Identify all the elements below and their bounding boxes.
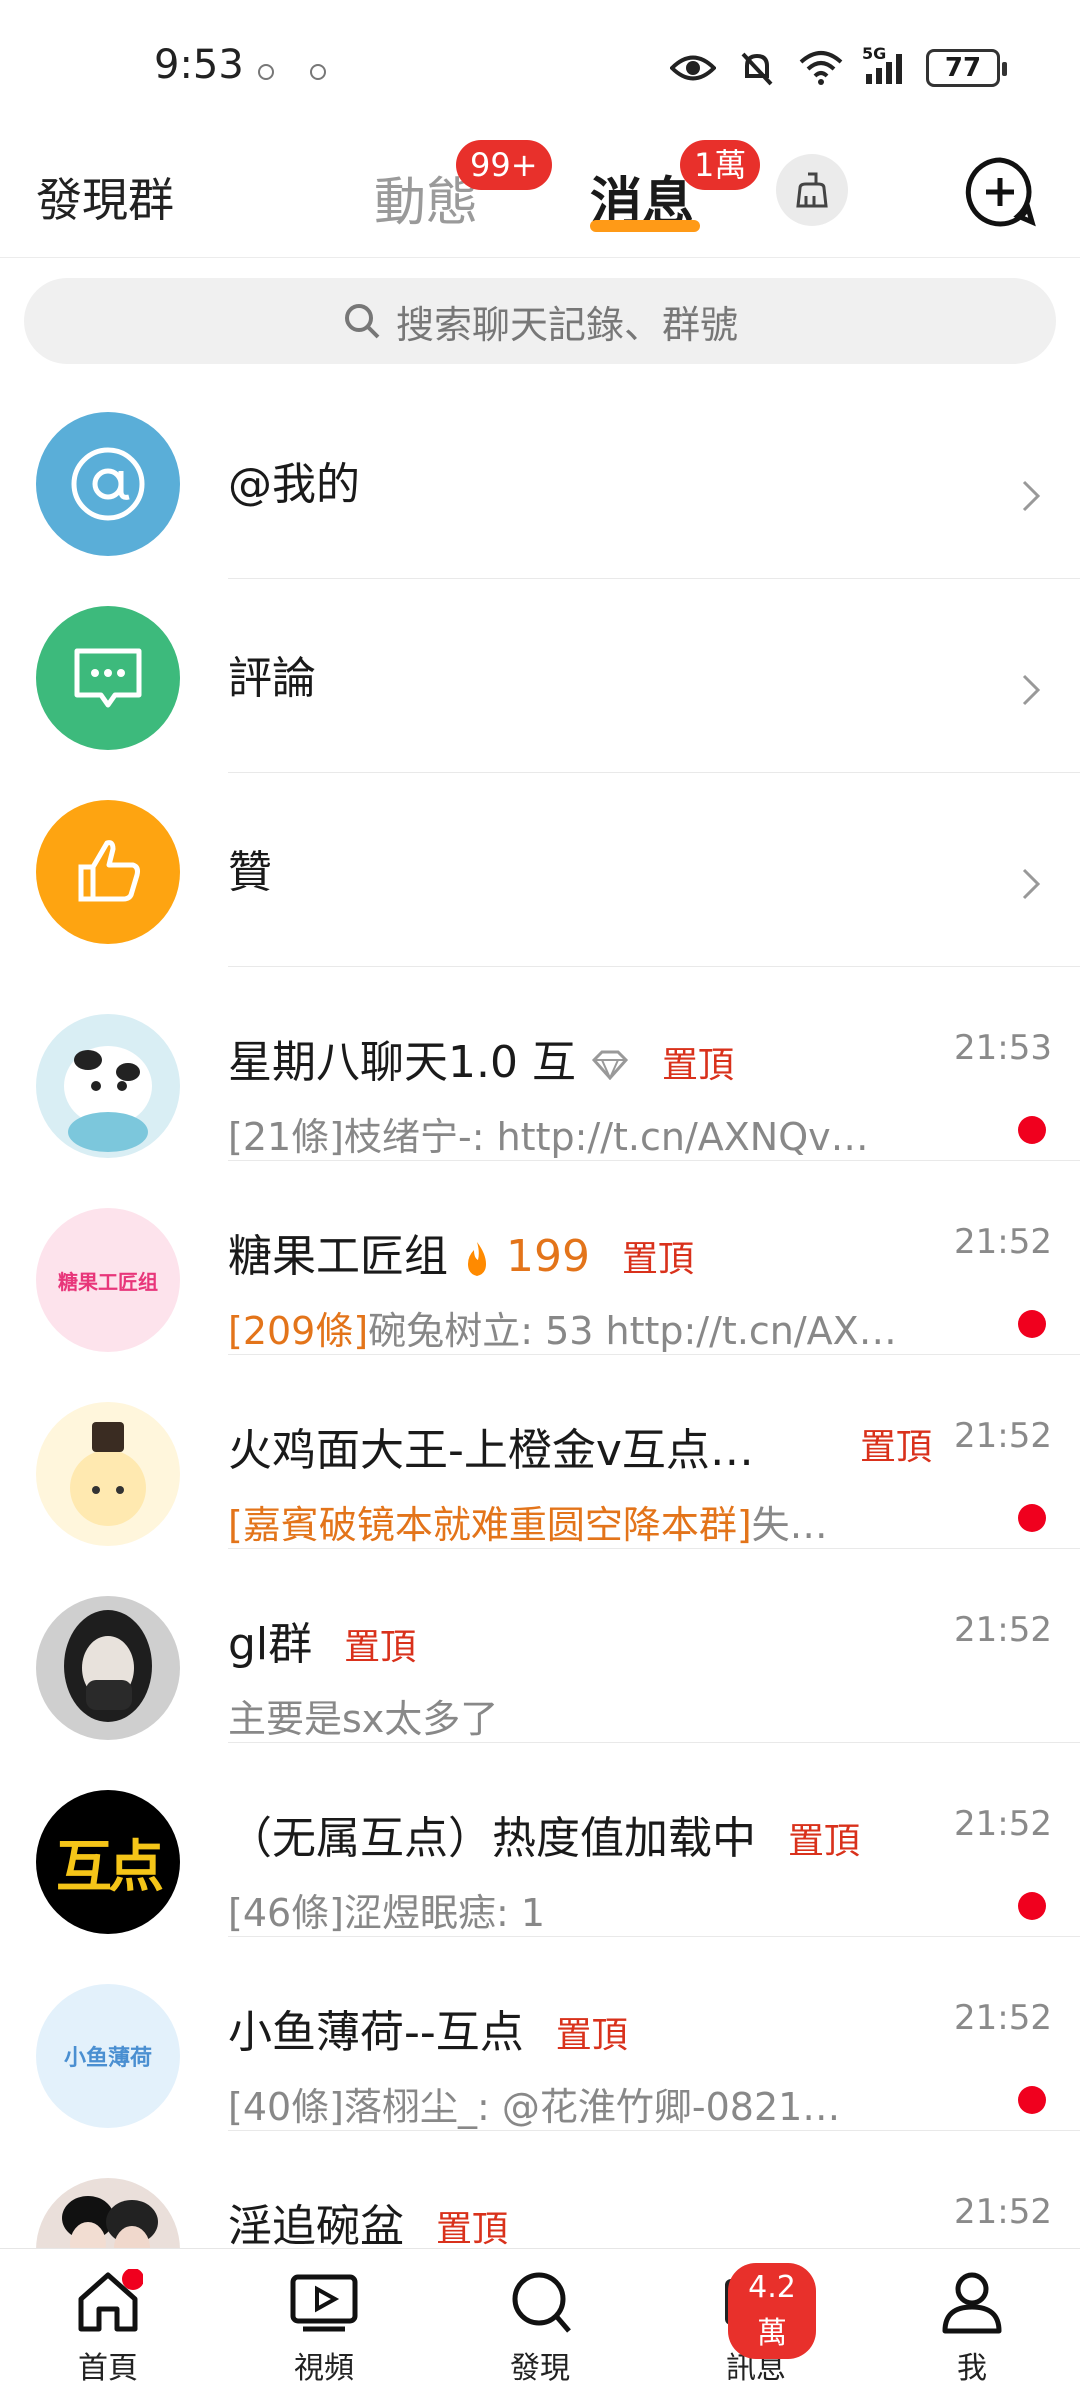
chat-preview: [21條]枝绪宁-: http://t.cn/AXNQv… xyxy=(228,1115,869,1159)
chat-preview: [209條]碗兔树立: 53 http://t.cn/AX… xyxy=(228,1309,897,1353)
chevron-right-icon xyxy=(1022,868,1041,900)
nav-messages[interactable]: 訊息 4.2萬 xyxy=(696,2263,816,2387)
broom-icon xyxy=(796,172,828,208)
pinned-label: 置頂 xyxy=(621,1239,694,1280)
person-icon xyxy=(942,2272,1002,2334)
list-item-mentions[interactable]: @我的 xyxy=(0,384,1080,579)
nav-discover[interactable]: 發現 xyxy=(480,2269,600,2387)
wifi-icon xyxy=(798,48,844,88)
chat-item[interactable]: gl群 置頂 21:52 主要是sx太多了 xyxy=(0,1548,1080,1743)
unread-dot xyxy=(1018,1310,1046,1338)
nav-me[interactable]: 我 xyxy=(912,2269,1032,2387)
find-group-link[interactable]: 發現群 xyxy=(36,164,174,230)
pinned-label: 置頂 xyxy=(344,1627,417,1668)
chat-time: 21:52 xyxy=(954,1416,1052,1456)
nav-home[interactable]: 首頁 xyxy=(48,2268,168,2387)
fire-count: 199 xyxy=(506,1231,590,1282)
pinned-label: 置頂 xyxy=(436,2209,509,2250)
chat-time: 21:52 xyxy=(954,2192,1052,2232)
pinned-label: 置頂 xyxy=(860,1427,933,1468)
chat-preview: [46條]涩煜眠痣: 1 xyxy=(228,1891,546,1935)
chat-title: 淫追碗盆 置頂 xyxy=(228,2201,509,2252)
bell-muted-icon xyxy=(734,48,780,88)
chat-preview: [40條]落栩尘_: @花淮竹卿-0821… xyxy=(228,2085,841,2129)
notification-icon xyxy=(310,64,326,80)
chat-preview: 主要是sx太多了 xyxy=(228,1697,499,1741)
add-chat-icon xyxy=(965,157,1036,227)
search-placeholder: 搜索聊天記錄、群號 xyxy=(395,302,738,347)
chat-time: 21:52 xyxy=(954,1222,1052,1262)
likes-label: 贊 xyxy=(228,847,272,898)
messages-badge: 1萬 xyxy=(680,140,761,190)
video-icon xyxy=(290,2274,358,2332)
search-icon xyxy=(512,2272,571,2333)
mentions-label: @我的 xyxy=(228,459,360,510)
nav-home-label: 首頁 xyxy=(78,2351,138,2386)
fire-icon xyxy=(468,1242,486,1276)
clear-unread-button[interactable] xyxy=(776,154,848,226)
chat-time: 21:52 xyxy=(954,1998,1052,2038)
chat-item[interactable]: 糖果工匠组 糖果工匠组 199 置頂 21:52 [209條]碗兔树立: 53 … xyxy=(0,1160,1080,1355)
chat-title: （无属互点）热度值加载中 置頂 xyxy=(228,1813,861,1864)
signal-5g-icon: 5G xyxy=(862,44,908,88)
eye-icon xyxy=(670,48,716,88)
notification-icon xyxy=(258,64,274,80)
pinned-label: 置頂 xyxy=(661,1045,734,1086)
unread-dot xyxy=(1018,1116,1046,1144)
unread-dot xyxy=(1018,1892,1046,1920)
chat-item[interactable]: 火鸡面大王-上橙金v互点… 置頂 21:52 [嘉賓破镜本就难重圆空降本群]失… xyxy=(0,1354,1080,1549)
comment-icon xyxy=(36,606,180,750)
battery-indicator: 77 xyxy=(926,49,1007,87)
search-icon xyxy=(344,304,380,339)
chat-time: 21:52 xyxy=(954,1610,1052,1650)
moments-badge: 99+ xyxy=(456,140,552,190)
chat-title: 星期八聊天1.0 互 置頂 xyxy=(228,1037,734,1088)
comments-label: 評論 xyxy=(228,653,316,704)
chevron-right-icon xyxy=(1022,480,1041,512)
active-tab-indicator xyxy=(590,220,700,232)
thumbs-up-icon xyxy=(36,800,180,944)
group-avatar xyxy=(36,1596,180,1740)
unread-dot xyxy=(1018,2086,1046,2114)
bottom-navigation: 首頁 視頻 發現 訊息 4.2萬 我 xyxy=(0,2248,1080,2400)
nav-video[interactable]: 視頻 xyxy=(264,2269,384,2387)
chat-title: gl群 置頂 xyxy=(228,1619,417,1670)
group-avatar: 小鱼薄荷 xyxy=(36,1984,180,2128)
list-item-likes[interactable]: 贊 xyxy=(0,772,1080,967)
status-icons: 5G 77 xyxy=(670,44,1007,88)
nav-video-label: 視頻 xyxy=(294,2351,354,2386)
new-chat-button[interactable] xyxy=(962,154,1038,230)
status-bar: 9:53 5G 77 xyxy=(0,0,1080,140)
group-avatar xyxy=(36,1402,180,1546)
chat-time: 21:52 xyxy=(954,1804,1052,1844)
at-icon xyxy=(36,412,180,556)
nav-me-label: 我 xyxy=(957,2351,987,2386)
chat-item[interactable]: 星期八聊天1.0 互 置頂 21:53 [21條]枝绪宁-: http://t.… xyxy=(0,966,1080,1161)
group-avatar: 糖果工匠组 xyxy=(36,1208,180,1352)
nav-messages-badge: 4.2萬 xyxy=(728,2263,816,2359)
top-navigation: 發現群 動態 99+ 消息 1萬 xyxy=(0,140,1080,258)
unread-dot xyxy=(1018,1504,1046,1532)
chevron-right-icon xyxy=(1022,674,1041,706)
group-avatar xyxy=(36,1014,180,1158)
diamond-icon xyxy=(591,1050,629,1081)
chat-title: 小鱼薄荷--互点 置頂 xyxy=(228,2007,628,2058)
chat-item[interactable]: 互点 （无属互点）热度值加载中 置頂 21:52 [46條]涩煜眠痣: 1 xyxy=(0,1742,1080,1937)
pinned-label: 置頂 xyxy=(788,1821,861,1862)
group-avatar: 互点 xyxy=(36,1790,180,1934)
search-bar[interactable]: 搜索聊天記錄、群號 xyxy=(24,278,1056,364)
home-icon xyxy=(78,2268,144,2332)
list-item-comments[interactable]: 評論 xyxy=(0,578,1080,773)
status-time: 9:53 xyxy=(154,42,244,88)
nav-discover-label: 發現 xyxy=(510,2351,570,2386)
pinned-label: 置頂 xyxy=(555,2015,628,2056)
chat-title: 糖果工匠组 199 置頂 xyxy=(228,1231,694,1282)
chat-title: 火鸡面大王-上橙金v互点… 置頂 xyxy=(228,1414,932,1478)
chat-preview: [嘉賓破镜本就难重圆空降本群]失… xyxy=(228,1503,828,1547)
chat-item[interactable]: 小鱼薄荷 小鱼薄荷--互点 置頂 21:52 [40條]落栩尘_: @花淮竹卿-… xyxy=(0,1936,1080,2131)
chat-time: 21:53 xyxy=(954,1028,1052,1068)
